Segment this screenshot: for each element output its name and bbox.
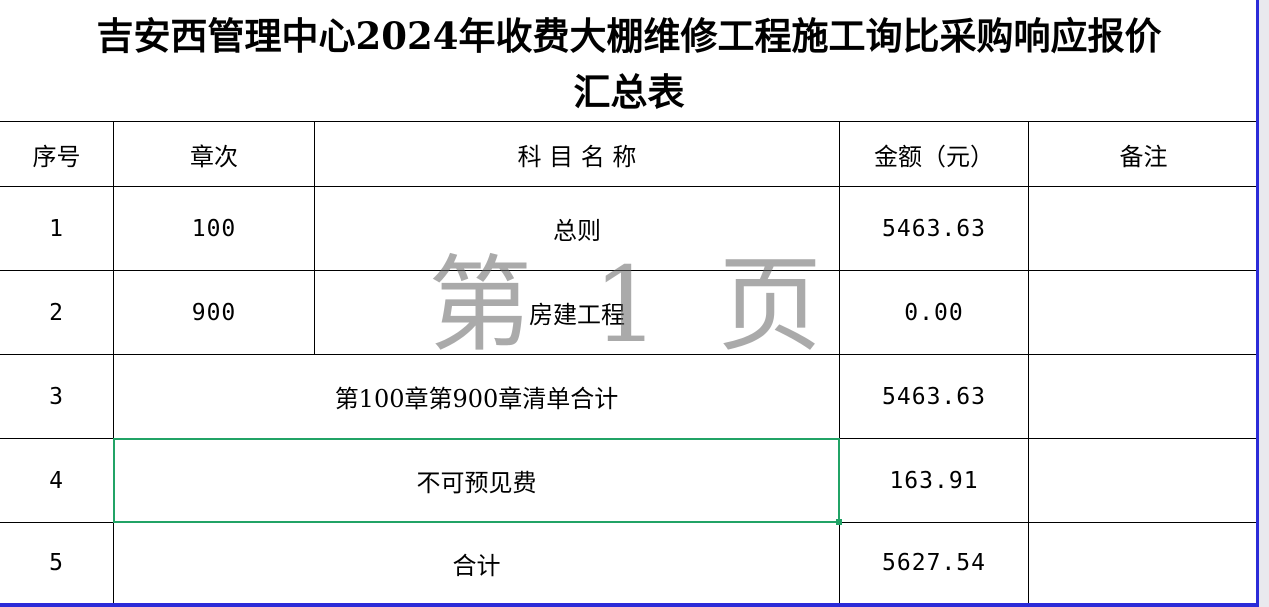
row-2-chapter[interactable]: 900 xyxy=(114,271,314,354)
row-3-amount[interactable]: 5463.63 xyxy=(840,355,1028,438)
title-line-1[interactable]: 吉安西管理中心2024年收费大棚维修工程施工询比采购响应报价 xyxy=(0,14,1258,58)
row-2-amount[interactable]: 0.00 xyxy=(840,271,1028,354)
row-1-remark[interactable] xyxy=(1029,187,1258,270)
row-1-amount[interactable]: 5463.63 xyxy=(840,187,1028,270)
active-cell-selection[interactable] xyxy=(113,438,840,523)
row-2-seq[interactable]: 2 xyxy=(0,271,113,354)
row-5-remark[interactable] xyxy=(1029,523,1258,603)
row-3-remark[interactable] xyxy=(1029,355,1258,438)
row-1-subject[interactable]: 总则 xyxy=(315,187,839,270)
header-seq[interactable]: 序号 xyxy=(0,122,113,186)
window-border-bottom xyxy=(0,603,1259,607)
title-line-2[interactable]: 汇总表 xyxy=(0,70,1258,114)
header-subject[interactable]: 科 目 名 称 xyxy=(315,122,839,186)
header-remark[interactable]: 备注 xyxy=(1029,122,1258,186)
row-3-merged[interactable]: 第100章第900章清单合计 xyxy=(114,355,839,438)
row-5-amount[interactable]: 5627.54 xyxy=(840,523,1028,603)
row-1-chapter[interactable]: 100 xyxy=(114,187,314,270)
header-amount[interactable]: 金额（元） xyxy=(840,122,1028,186)
spreadsheet-page: 吉安西管理中心2024年收费大棚维修工程施工询比采购响应报价 汇总表 序号 章次… xyxy=(0,0,1269,607)
row-4-amount[interactable]: 163.91 xyxy=(840,439,1028,522)
header-chapter[interactable]: 章次 xyxy=(114,122,314,186)
row-3-seq[interactable]: 3 xyxy=(0,355,113,438)
row-1-seq[interactable]: 1 xyxy=(0,187,113,270)
row-4-remark[interactable] xyxy=(1029,439,1258,522)
row-5-seq[interactable]: 5 xyxy=(0,523,113,603)
row-4-seq[interactable]: 4 xyxy=(0,439,113,522)
row-5-merged[interactable]: 合计 xyxy=(114,523,839,603)
sheet-title: 吉安西管理中心2024年收费大棚维修工程施工询比采购响应报价 汇总表 xyxy=(0,0,1258,121)
fill-handle[interactable] xyxy=(836,519,842,525)
row-2-subject[interactable]: 房建工程 xyxy=(315,271,839,354)
row-2-remark[interactable] xyxy=(1029,271,1258,354)
scrollbar-track[interactable] xyxy=(1259,0,1269,607)
